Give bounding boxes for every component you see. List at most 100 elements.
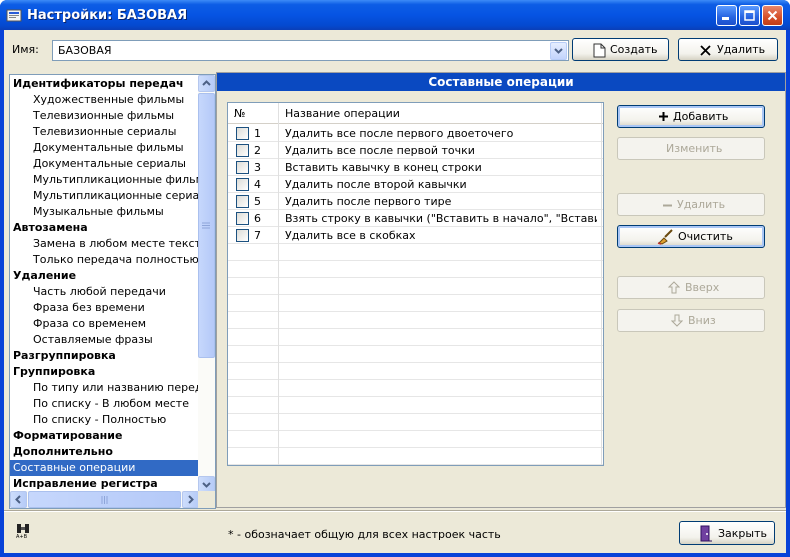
tree-item[interactable]: Мультипликационные сериалы bbox=[10, 188, 215, 204]
scroll-left-button[interactable] bbox=[10, 491, 27, 508]
operations-grid[interactable]: № Название операции 1 Удалить все после п… bbox=[227, 102, 604, 466]
clear-operations-label: Очистить bbox=[678, 230, 733, 243]
tree-group-item[interactable]: Разгруппировка bbox=[10, 348, 120, 364]
clear-operations-button[interactable]: Очистить bbox=[617, 225, 765, 248]
row-checkbox[interactable] bbox=[236, 229, 249, 242]
tree-item[interactable]: Часть любой передачи bbox=[10, 284, 170, 300]
row-number: 3 bbox=[254, 161, 261, 174]
row-checkbox[interactable] bbox=[236, 127, 249, 140]
tree-item[interactable]: Телевизионные сериалы bbox=[10, 124, 180, 140]
settings-tree[interactable]: Идентификаторы передач Художественные фил… bbox=[9, 74, 216, 509]
tree-item[interactable]: По списку - В любом месте bbox=[10, 396, 193, 412]
door-exit-icon bbox=[700, 525, 712, 542]
close-dialog-label: Закрыть bbox=[718, 526, 767, 540]
tree-group-item[interactable]: Форматирование bbox=[10, 428, 126, 444]
empty-table-row bbox=[228, 295, 603, 312]
hscroll-thumb[interactable] bbox=[28, 491, 181, 508]
grip-icon bbox=[101, 496, 108, 504]
row-checkbox[interactable] bbox=[236, 178, 249, 191]
row-number: 4 bbox=[254, 178, 261, 191]
close-window-button[interactable] bbox=[762, 5, 783, 26]
row-number: 5 bbox=[254, 195, 261, 208]
move-down-button[interactable]: Вниз bbox=[617, 309, 765, 332]
maximize-icon bbox=[744, 10, 755, 21]
plus-icon bbox=[659, 112, 668, 121]
table-row[interactable]: 1 Удалить все после первого двоеточего bbox=[228, 125, 603, 142]
row-operation-name: Вставить кавычку в конец строки bbox=[285, 161, 482, 174]
remove-operation-label: Удалить bbox=[677, 198, 726, 211]
binoculars-icon[interactable]: A+B bbox=[15, 523, 31, 539]
tree-group-item[interactable]: Идентификаторы передач bbox=[10, 76, 188, 92]
move-down-label: Вниз bbox=[688, 314, 716, 327]
arrow-down-icon bbox=[671, 314, 683, 327]
footer-divider bbox=[4, 510, 786, 512]
table-row[interactable]: 7 Удалить все в скобках bbox=[228, 227, 603, 244]
tree-item[interactable]: Фраза без времени bbox=[10, 300, 149, 316]
title-bar[interactable]: Настройки: БАЗОВАЯ bbox=[0, 0, 790, 30]
row-checkbox[interactable] bbox=[236, 144, 249, 157]
table-row[interactable]: 2 Удалить все после первой точки bbox=[228, 142, 603, 159]
scroll-right-button[interactable] bbox=[182, 491, 199, 508]
tree-item[interactable]: Телевизионные фильмы bbox=[10, 108, 178, 124]
empty-table-row bbox=[228, 278, 603, 295]
table-row[interactable]: 4 Удалить после второй кавычки bbox=[228, 176, 603, 193]
name-combobox[interactable]: БАЗОВАЯ bbox=[52, 40, 569, 61]
create-button[interactable]: Создать bbox=[572, 38, 669, 61]
row-checkbox[interactable] bbox=[236, 212, 249, 225]
tree-group-item[interactable]: Удаление bbox=[10, 268, 80, 284]
maximize-button[interactable] bbox=[739, 5, 760, 26]
empty-table-row bbox=[228, 261, 603, 278]
tree-item[interactable]: Документальные фильмы bbox=[10, 140, 188, 156]
tree-item[interactable]: Мультипликационные фильмы bbox=[10, 172, 215, 188]
minimize-button[interactable] bbox=[716, 5, 737, 26]
tree-item[interactable]: Фраза со временем bbox=[10, 316, 150, 332]
tree-group-item[interactable]: Автозамена bbox=[10, 220, 92, 236]
tree-vertical-scrollbar[interactable] bbox=[198, 75, 215, 493]
row-checkbox[interactable] bbox=[236, 161, 249, 174]
tree-item[interactable]: Художественные фильмы bbox=[10, 92, 188, 108]
tree-item[interactable]: Музыкальные фильмы bbox=[10, 204, 168, 220]
empty-table-row bbox=[228, 346, 603, 363]
chevron-down-icon bbox=[554, 48, 563, 54]
scrollbar-corner bbox=[198, 491, 215, 508]
empty-table-row bbox=[228, 397, 603, 414]
row-operation-name: Удалить все после первой точки bbox=[285, 144, 475, 157]
column-header-name[interactable]: Название операции bbox=[285, 105, 400, 122]
row-number: 6 bbox=[254, 212, 261, 225]
row-checkbox[interactable] bbox=[236, 195, 249, 208]
tree-item[interactable]: Только передача полностью bbox=[10, 252, 203, 268]
window-title: Настройки: БАЗОВАЯ bbox=[27, 8, 188, 23]
table-row[interactable]: 3 Вставить кавычку в конец строки bbox=[228, 159, 603, 176]
tree-item[interactable]: По типу или названию передачи bbox=[10, 380, 215, 396]
chevron-up-icon bbox=[202, 80, 211, 86]
tree-item[interactable]: Замена в любом месте текста bbox=[10, 236, 212, 252]
scroll-up-button[interactable] bbox=[198, 75, 215, 92]
combobox-dropdown-button[interactable] bbox=[550, 42, 567, 60]
tree-item[interactable]: Составные операции bbox=[10, 460, 198, 476]
column-header-number[interactable]: № bbox=[234, 105, 245, 122]
scroll-thumb[interactable] bbox=[198, 93, 215, 358]
tree-group-item[interactable]: Дополнительно bbox=[10, 444, 117, 460]
edit-operation-button[interactable]: Изменить bbox=[617, 137, 765, 160]
arrow-up-icon bbox=[668, 281, 680, 294]
close-dialog-button[interactable]: Закрыть bbox=[679, 521, 775, 545]
add-operation-button[interactable]: Добавить bbox=[617, 105, 765, 128]
settings-window: Настройки: БАЗОВАЯ Имя: БАЗОВАЯ Создать … bbox=[0, 0, 790, 557]
tree-horizontal-scrollbar[interactable] bbox=[10, 491, 199, 508]
edit-operation-label: Изменить bbox=[666, 142, 723, 155]
tree-item[interactable]: Оставляемые фразы bbox=[10, 332, 157, 348]
tree-item[interactable]: По списку - Полностью bbox=[10, 412, 170, 428]
move-up-button[interactable]: Вверх bbox=[617, 276, 765, 299]
create-button-label: Создать bbox=[610, 43, 658, 56]
delete-profile-button[interactable]: Удалить bbox=[678, 38, 778, 61]
grid-header: № Название операции bbox=[228, 103, 603, 124]
row-operation-name: Взять строку в кавычки ("Вставить в нача… bbox=[285, 212, 597, 225]
table-row[interactable]: 6 Взять строку в кавычки ("Вставить в нач… bbox=[228, 210, 603, 227]
chevron-right-icon bbox=[188, 495, 194, 504]
table-row[interactable]: 5 Удалить после первого тире bbox=[228, 193, 603, 210]
tree-group-item[interactable]: Исправление регистра bbox=[10, 476, 162, 492]
tree-group-item[interactable]: Группировка bbox=[10, 364, 99, 380]
row-operation-name: Удалить после первого тире bbox=[285, 195, 452, 208]
remove-operation-button[interactable]: Удалить bbox=[617, 193, 765, 216]
tree-item[interactable]: Документальные сериалы bbox=[10, 156, 190, 172]
